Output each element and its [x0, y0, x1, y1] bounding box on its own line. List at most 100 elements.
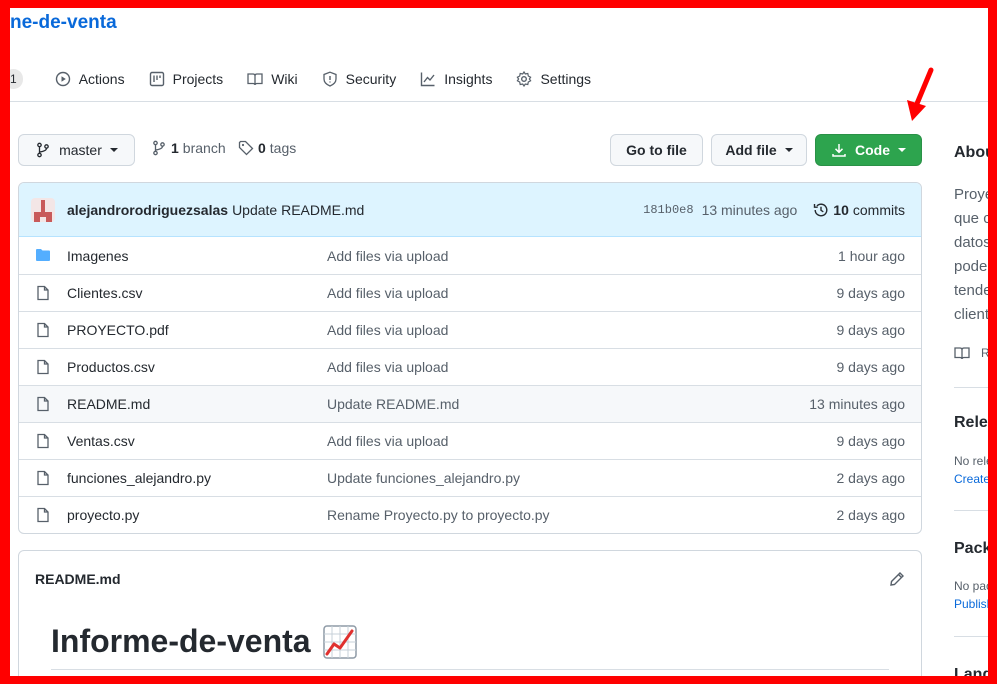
branches-link[interactable]: 1 branch [151, 140, 226, 156]
add-file-button[interactable]: Add file [711, 134, 807, 166]
file-name-link[interactable]: Imagenes [67, 248, 128, 264]
readme-sidebar-link[interactable]: R [954, 345, 988, 361]
code-button[interactable]: Code [815, 134, 922, 166]
file-row[interactable]: Imagenes Add files via upload 1 hour ago [19, 237, 921, 274]
languages-heading: Lang [954, 666, 988, 676]
tab-security[interactable]: Security [322, 71, 397, 87]
file-commit-message-link[interactable]: Update README.md [327, 396, 459, 412]
shield-icon [322, 71, 337, 87]
file-name-link[interactable]: proyecto.py [67, 507, 139, 523]
readme-panel: README.md Informe-de-venta [18, 550, 922, 676]
tab-actions[interactable]: Actions [55, 71, 125, 87]
readme-heading-rule [51, 669, 889, 670]
file-name-link[interactable]: Clientes.csv [67, 285, 142, 301]
tab-insights-label: Insights [444, 71, 493, 87]
file-age: 9 days ago [836, 285, 906, 301]
file-row[interactable]: funciones_alejandro.py Update funciones_a… [19, 459, 921, 496]
nav-count-badge[interactable]: 1 [10, 69, 23, 89]
tab-security-label: Security [345, 71, 397, 87]
avatar[interactable] [31, 197, 55, 222]
book-icon [247, 73, 263, 86]
project-icon [149, 71, 164, 87]
about-sidebar: Abou Proye que c datos pode tende client… [954, 102, 988, 676]
file-commit-message-link[interactable]: Rename Proyecto.py to proyecto.py [327, 507, 550, 523]
file-age: 9 days ago [836, 359, 906, 375]
screenshot-frame-edge [988, 0, 997, 684]
tag-icon [238, 140, 254, 156]
file-list: Imagenes Add files via upload 1 hour ago Cl… [19, 237, 921, 533]
about-desc-line: Proye [954, 186, 988, 203]
branch-count: 1 [171, 140, 179, 156]
readme-sidebar-label: R [981, 346, 988, 360]
about-desc-line: que c [954, 210, 988, 227]
sidebar-divider [954, 510, 988, 511]
file-icon [35, 285, 51, 304]
tab-actions-label: Actions [78, 71, 125, 87]
file-name-link[interactable]: README.md [67, 396, 150, 412]
file-commit-message-link[interactable]: Add files via upload [327, 285, 448, 301]
file-browser: alejandrorodriguezsalas Update README.md… [18, 182, 922, 534]
file-name-link[interactable]: funciones_alejandro.py [67, 470, 211, 486]
commits-history-link[interactable]: 10 commits [813, 202, 905, 218]
packages-heading[interactable]: Packa [954, 540, 988, 558]
file-icon [35, 359, 51, 378]
tab-projects[interactable]: Projects [149, 71, 224, 87]
graph-icon [421, 72, 435, 87]
sidebar-divider [954, 387, 988, 388]
create-release-link[interactable]: Create [954, 472, 988, 486]
about-desc-line: client [954, 306, 988, 323]
screenshot-frame: ne-de-venta 1 Actions Projects Wiki Secu… [10, 8, 988, 676]
branch-name: master [59, 142, 102, 158]
commit-message[interactable]: Update README.md [232, 202, 364, 218]
file-age: 2 days ago [836, 470, 906, 486]
tab-wiki-label: Wiki [271, 71, 298, 87]
file-age: 13 minutes ago [809, 396, 905, 412]
readme-header: README.md [19, 551, 921, 607]
file-row[interactable]: Clientes.csv Add files via upload 9 days a… [19, 274, 921, 311]
tab-wiki[interactable]: Wiki [247, 71, 298, 87]
commit-meta: 181b0e8 13 minutes ago 10 commits [643, 183, 905, 237]
packages-empty-text: No pac [954, 579, 988, 593]
tab-projects-label: Projects [172, 71, 224, 87]
play-icon [55, 71, 70, 87]
commit-count-word: commits [852, 202, 905, 218]
file-row[interactable]: Ventas.csv Add files via upload 9 days ago [19, 422, 921, 459]
red-arrow-annotation [907, 67, 934, 121]
branch-icon [153, 140, 165, 156]
file-row[interactable]: README.md Update README.md 13 minutes ago [19, 385, 921, 422]
nav-divider [10, 101, 988, 102]
latest-commit-bar: alejandrorodriguezsalas Update README.md… [19, 183, 921, 237]
file-commit-message-link[interactable]: Add files via upload [327, 359, 448, 375]
file-name-link[interactable]: Ventas.csv [67, 433, 135, 449]
file-age: 2 days ago [836, 507, 906, 523]
gear-icon [516, 71, 532, 87]
commit-author[interactable]: alejandrorodriguezsalas [67, 202, 228, 218]
file-row[interactable]: PROYECTO.pdf Add files via upload 9 days a… [19, 311, 921, 348]
file-row[interactable]: proyecto.py Rename Proyecto.py to proyect… [19, 496, 921, 533]
tag-count: 0 [258, 140, 266, 156]
tab-settings[interactable]: Settings [516, 71, 591, 87]
readme-filename: README.md [35, 571, 121, 587]
file-icon [35, 433, 51, 452]
readme-title: Informe-de-venta [51, 623, 357, 660]
publish-package-link[interactable]: Publish [954, 597, 988, 611]
file-icon [35, 322, 51, 341]
file-commit-message-link[interactable]: Add files via upload [327, 248, 448, 264]
file-name-link[interactable]: PROYECTO.pdf [67, 322, 169, 338]
commit-sha[interactable]: 181b0e8 [643, 203, 693, 217]
file-commit-message-link[interactable]: Add files via upload [327, 322, 448, 338]
releases-heading[interactable]: Relea [954, 414, 988, 432]
file-commit-message-link[interactable]: Add files via upload [327, 433, 448, 449]
repo-title[interactable]: ne-de-venta [10, 12, 117, 34]
file-age: 1 hour ago [838, 247, 905, 264]
file-age: 9 days ago [836, 322, 906, 338]
file-row[interactable]: Productos.csv Add files via upload 9 days … [19, 348, 921, 385]
file-commit-message-link[interactable]: Update funciones_alejandro.py [327, 470, 520, 486]
tab-insights[interactable]: Insights [420, 71, 492, 87]
branch-select-button[interactable]: master [18, 134, 135, 166]
file-name-link[interactable]: Productos.csv [67, 359, 155, 375]
go-to-file-button[interactable]: Go to file [610, 134, 703, 166]
readme-heading: Informe-de-venta [51, 623, 311, 659]
tags-link[interactable]: 0 tags [238, 140, 296, 156]
pencil-icon[interactable] [889, 571, 905, 587]
